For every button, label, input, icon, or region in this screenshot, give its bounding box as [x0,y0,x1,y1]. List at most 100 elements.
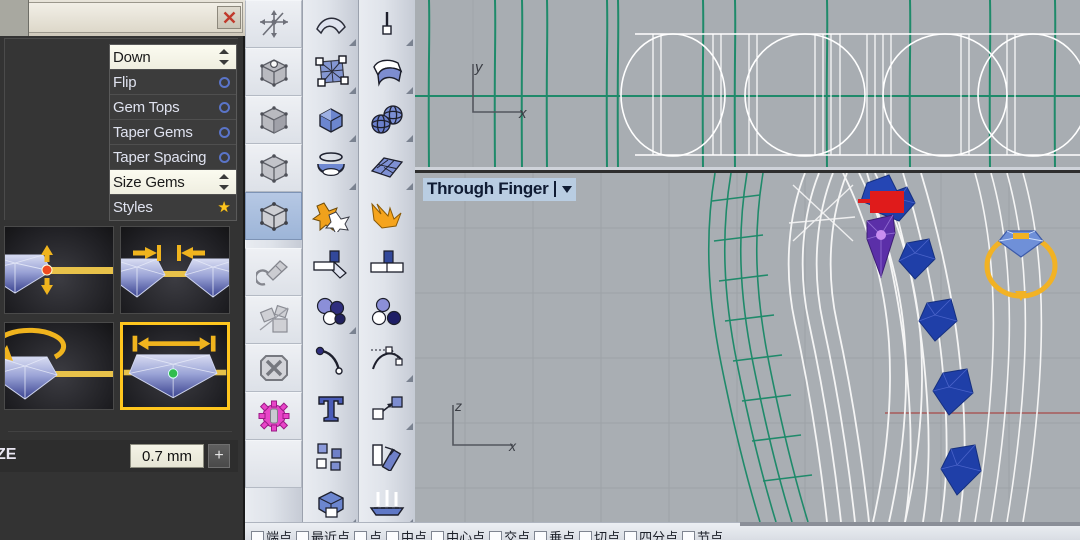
radio-circle-icon[interactable] [218,151,230,163]
star-glyph-icon[interactable]: ★ [217,200,230,215]
osnap-item[interactable]: 四分点 [624,527,678,540]
thumb-gem-rotate[interactable] [4,322,114,410]
thumb-gem-spacing[interactable] [120,226,230,314]
star-icon[interactable]: ★ [216,200,232,215]
boolean-union-icon[interactable] [303,192,358,240]
thumb-gem-move-vertical[interactable] [4,226,114,314]
panel-title-text [28,2,243,33]
boolean-diff-icon[interactable] [359,192,415,240]
spinner-arrows-icon[interactable] [218,173,230,191]
osnap-checkbox[interactable] [624,530,638,540]
gem-option-label: Size Gems [113,173,185,191]
radio-icon[interactable] [216,126,232,138]
flyout-arrow-icon[interactable] [349,183,356,190]
split-icon[interactable] [303,240,358,288]
flyout-arrow-icon[interactable] [349,135,356,142]
gem-tool-panel: Down Flip Gem Tops Taper Gems Taper Spacing S… [0,0,245,540]
osnap-item[interactable]: 交点 [489,527,530,540]
osnap-checkbox[interactable] [682,530,696,540]
thumb-gem-size-width[interactable] [120,322,230,410]
radio-icon[interactable] [216,76,232,88]
osnap-item[interactable]: 切点 [579,527,620,540]
chevron-down-icon[interactable] [562,185,573,193]
flyout-arrow-icon[interactable] [349,87,356,94]
revolve-icon[interactable] [303,144,358,192]
radio-circle-icon[interactable] [218,101,230,113]
box-solid-icon[interactable] [245,96,302,144]
osnap-item[interactable]: 点 [354,527,382,540]
box-edit-icon[interactable] [245,48,302,96]
box-cage-icon[interactable] [245,144,302,192]
array-icon[interactable] [303,432,358,480]
radio-icon[interactable] [216,151,232,163]
size-input[interactable]: 0.7 mm [130,444,204,468]
osnap-item[interactable]: 端点 [251,527,292,540]
spheres-blend-icon[interactable] [303,288,358,336]
points-move-icon[interactable] [359,384,415,432]
sphere-pair-icon[interactable] [359,96,415,144]
curve-arc-icon[interactable] [359,336,415,384]
osnap-list: 端点 最近点 点 中点 中心点 交点 垂点 切点 四分点 节点 [251,527,723,540]
osnap-checkbox[interactable] [579,530,593,540]
osnap-checkbox[interactable] [431,530,445,540]
close-icon[interactable] [217,6,241,29]
flyout-arrow-icon[interactable] [349,39,356,46]
osnap-item[interactable]: 最近点 [296,527,350,540]
spinner-icon[interactable] [216,48,232,66]
through-finger-viewport-title[interactable]: Through Finger [423,178,577,201]
prong-array-icon[interactable] [359,480,415,528]
sweep-surface-icon[interactable] [359,48,415,96]
pliers-icon[interactable] [245,248,302,296]
panel-titlebar [0,0,245,36]
box-primitive-icon[interactable] [303,96,358,144]
patch-surface-icon[interactable] [303,0,358,48]
gem-option-size-gems[interactable]: Size Gems [110,170,236,195]
gem-option-down[interactable]: Down [110,45,236,70]
osnap-checkbox[interactable] [251,530,264,540]
flyout-arrow-icon[interactable] [406,423,413,430]
gumball-icon[interactable] [245,0,302,48]
curve-handle-icon[interactable] [303,336,358,384]
gem-option-styles[interactable]: Styles ★ [110,195,236,220]
flyout-arrow-icon[interactable] [406,135,413,142]
trim-icon[interactable] [359,240,415,288]
box-union-icon[interactable] [303,480,358,528]
size-increment-button[interactable]: + [208,444,230,468]
osnap-checkbox[interactable] [534,530,548,540]
radio-circle-icon[interactable] [218,76,230,88]
box-selected-icon[interactable] [245,192,302,240]
scatter-icon[interactable] [245,296,302,344]
extrude-point-icon[interactable] [359,0,415,48]
osnap-item[interactable]: 节点 [682,527,723,540]
circles-icon[interactable] [359,288,415,336]
gem-option-taper-gems[interactable]: Taper Gems [110,120,236,145]
flyout-arrow-icon[interactable] [406,375,413,382]
osnap-checkbox[interactable] [386,530,400,540]
through-finger-viewport[interactable]: z x Through Finger [415,173,1080,522]
spinner-arrows-icon[interactable] [218,48,230,66]
osnap-item[interactable]: 垂点 [534,527,575,540]
gem-option-gem-tops[interactable]: Gem Tops [110,95,236,120]
gem-option-flip[interactable]: Flip [110,70,236,95]
text-tool-icon[interactable] [303,384,358,432]
mesh-surface-icon[interactable] [359,144,415,192]
gem-cut-icon[interactable] [245,344,302,392]
control-points-icon[interactable] [303,48,358,96]
osnap-checkbox[interactable] [296,530,310,540]
osnap-checkbox[interactable] [354,530,368,540]
radio-circle-icon[interactable] [218,126,230,138]
osnap-item[interactable]: 中心点 [431,527,485,540]
osnap-checkbox[interactable] [489,530,503,540]
flyout-arrow-icon[interactable] [406,39,413,46]
rotate-bar-icon[interactable] [359,432,415,480]
flyout-arrow-icon[interactable] [406,183,413,190]
top-viewport[interactable]: y x [415,0,1080,170]
osnap-item[interactable]: 中点 [386,527,427,540]
radio-icon[interactable] [216,101,232,113]
gear-settings-icon[interactable] [245,392,302,440]
flyout-arrow-icon[interactable] [406,87,413,94]
flyout-arrow-icon[interactable] [349,327,356,334]
gem-option-taper-spacing[interactable]: Taper Spacing [110,145,236,170]
spinner-icon[interactable] [216,173,232,191]
osnap-label: 交点 [504,530,531,540]
